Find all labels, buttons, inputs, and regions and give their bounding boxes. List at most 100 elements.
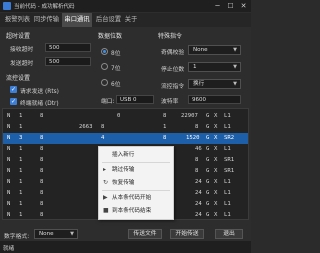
cell: N [7, 168, 11, 174]
cell: X [214, 146, 218, 152]
send-file-button[interactable]: 传送文件 [128, 229, 162, 239]
cell: X [214, 124, 218, 130]
cell: 24 [195, 212, 202, 218]
recv-timeout-input[interactable]: 500 [45, 43, 91, 52]
table-row-selected[interactable]: N 3 8 4 8 1520 G X SR2 [3, 133, 248, 144]
app-window: 当前代码 - 成功解析代码 ─ ☐ ✕ 报警列表 同步传输 串口通讯 后台设置 … [0, 0, 251, 253]
cell: L1 [224, 179, 231, 185]
rts-label: 请求发送 (Rts) [20, 89, 59, 95]
dtr-label: 终端就绪 (Dtr) [20, 101, 59, 107]
data-bits-7-radio[interactable] [101, 63, 108, 70]
cell: N [7, 146, 11, 152]
menu-item-label: 到本条代码结束 [112, 208, 152, 214]
cell: X [214, 212, 218, 218]
cell: 0 [117, 113, 121, 119]
cell: 8 [40, 168, 44, 174]
send-timeout-label: 发送超时 [10, 61, 34, 67]
menu-item-label: 从本条代码开始 [112, 195, 152, 201]
baud-input[interactable]: 9600 [188, 95, 241, 104]
cell: 22907 [181, 113, 198, 119]
cell: L1 [224, 212, 231, 218]
flow-group-title: 流控设置 [6, 75, 31, 82]
cell: G [206, 201, 210, 207]
cell: 1 [19, 212, 23, 218]
stop-bits-value: 1 [193, 64, 197, 70]
cell: X [214, 168, 218, 174]
flow-cmd-select[interactable]: 换行 ▼ [188, 79, 241, 89]
cell: 24 [195, 190, 202, 196]
start-transfer-button[interactable]: 开始传送 [170, 229, 204, 239]
cell: L1 [224, 201, 231, 207]
menu-item-end-here[interactable]: ■ 到本条代码结束 [99, 205, 173, 217]
number-format-select[interactable]: None ▼ [34, 229, 78, 239]
close-button[interactable]: ✕ [237, 0, 250, 12]
menu-item-label: 插入新行 [112, 152, 135, 158]
flow-cmd-value: 换行 [193, 81, 205, 87]
menu-item-resume-transfer[interactable]: ↻ 恢复传输 [99, 177, 173, 189]
data-bits-8-label: 8位 [111, 51, 121, 57]
title-bar: 当前代码 - 成功解析代码 ─ ☐ ✕ [0, 0, 251, 12]
recv-timeout-label: 接收超时 [10, 47, 34, 53]
tab-serial-comm[interactable]: 串口通讯 [62, 13, 92, 27]
cell: N [7, 157, 11, 163]
cell: 8 [163, 135, 167, 141]
parity-select[interactable]: None ▼ [188, 45, 241, 55]
cell: 1 [19, 157, 23, 163]
data-bits-6-radio[interactable] [101, 79, 108, 86]
cell: 8 [40, 135, 44, 141]
cell: 1 [19, 124, 23, 130]
cell: L1 [224, 146, 231, 152]
menu-item-insert-row[interactable]: 插入新行 [99, 149, 173, 161]
cell: 1 [19, 179, 23, 185]
cell: N [7, 113, 11, 119]
cell: G [206, 212, 210, 218]
stop-bits-select[interactable]: 1 ▼ [188, 62, 241, 72]
cell: SR2 [224, 135, 235, 141]
tab-about[interactable]: 关于 [124, 13, 138, 27]
cell: L1 [224, 190, 231, 196]
cell: 3 [19, 135, 23, 141]
data-bits-8-radio[interactable] [101, 48, 108, 55]
table-row[interactable]: N 1 8 0 8 22907 G X L1 [3, 111, 248, 122]
resume-icon: ↻ [103, 179, 109, 186]
skip-icon: ▸ [103, 166, 107, 173]
maximize-button[interactable]: ☐ [224, 0, 237, 12]
status-bar: 就绪 [0, 241, 251, 253]
cell: N [7, 201, 11, 207]
cell: N [7, 124, 11, 130]
special-cmd-title: 特殊指令 [158, 33, 183, 40]
data-bits-6-label: 6位 [111, 82, 121, 88]
menu-item-start-from-here[interactable]: ▶ 从本条代码开始 [99, 192, 173, 204]
minimize-button[interactable]: ─ [211, 0, 224, 12]
port-label: 端口: [101, 99, 115, 105]
table-row[interactable]: N 1 2663 8 1 8 G X L1 [3, 122, 248, 133]
cell: 1 [19, 168, 23, 174]
parity-label: 奇偶校验 [161, 50, 185, 56]
port-input[interactable]: USB 0 [116, 95, 154, 104]
cell: 8 [40, 157, 44, 163]
cell: X [214, 135, 218, 141]
cell: G [206, 179, 210, 185]
menu-item-skip-transfer[interactable]: ▸ 跳过传输 [99, 164, 173, 176]
cell: G [206, 190, 210, 196]
exit-button[interactable]: 退出 [215, 229, 243, 239]
send-timeout-input[interactable]: 500 [45, 57, 91, 66]
cell: 46 [195, 146, 202, 152]
menu-item-label: 恢复传输 [112, 180, 135, 186]
cell: G [206, 168, 210, 174]
rts-checkbox[interactable]: ✓ [10, 86, 17, 93]
dtr-checkbox[interactable]: ✓ [10, 98, 17, 105]
cell: 8 [195, 168, 199, 174]
cell: N [7, 135, 11, 141]
cell: 8 [40, 190, 44, 196]
stop-bits-label: 停止位数 [161, 67, 185, 73]
cell: G [206, 146, 210, 152]
cell: 1 [19, 146, 23, 152]
tab-sync-transfer[interactable]: 同步传输 [33, 13, 60, 27]
cell: 24 [195, 201, 202, 207]
cell: N [7, 190, 11, 196]
tab-alarm-list[interactable]: 报警列表 [4, 13, 31, 27]
tab-backend-settings[interactable]: 后台设置 [95, 13, 122, 27]
parity-value: None [193, 47, 208, 53]
cell: 1 [163, 124, 167, 130]
